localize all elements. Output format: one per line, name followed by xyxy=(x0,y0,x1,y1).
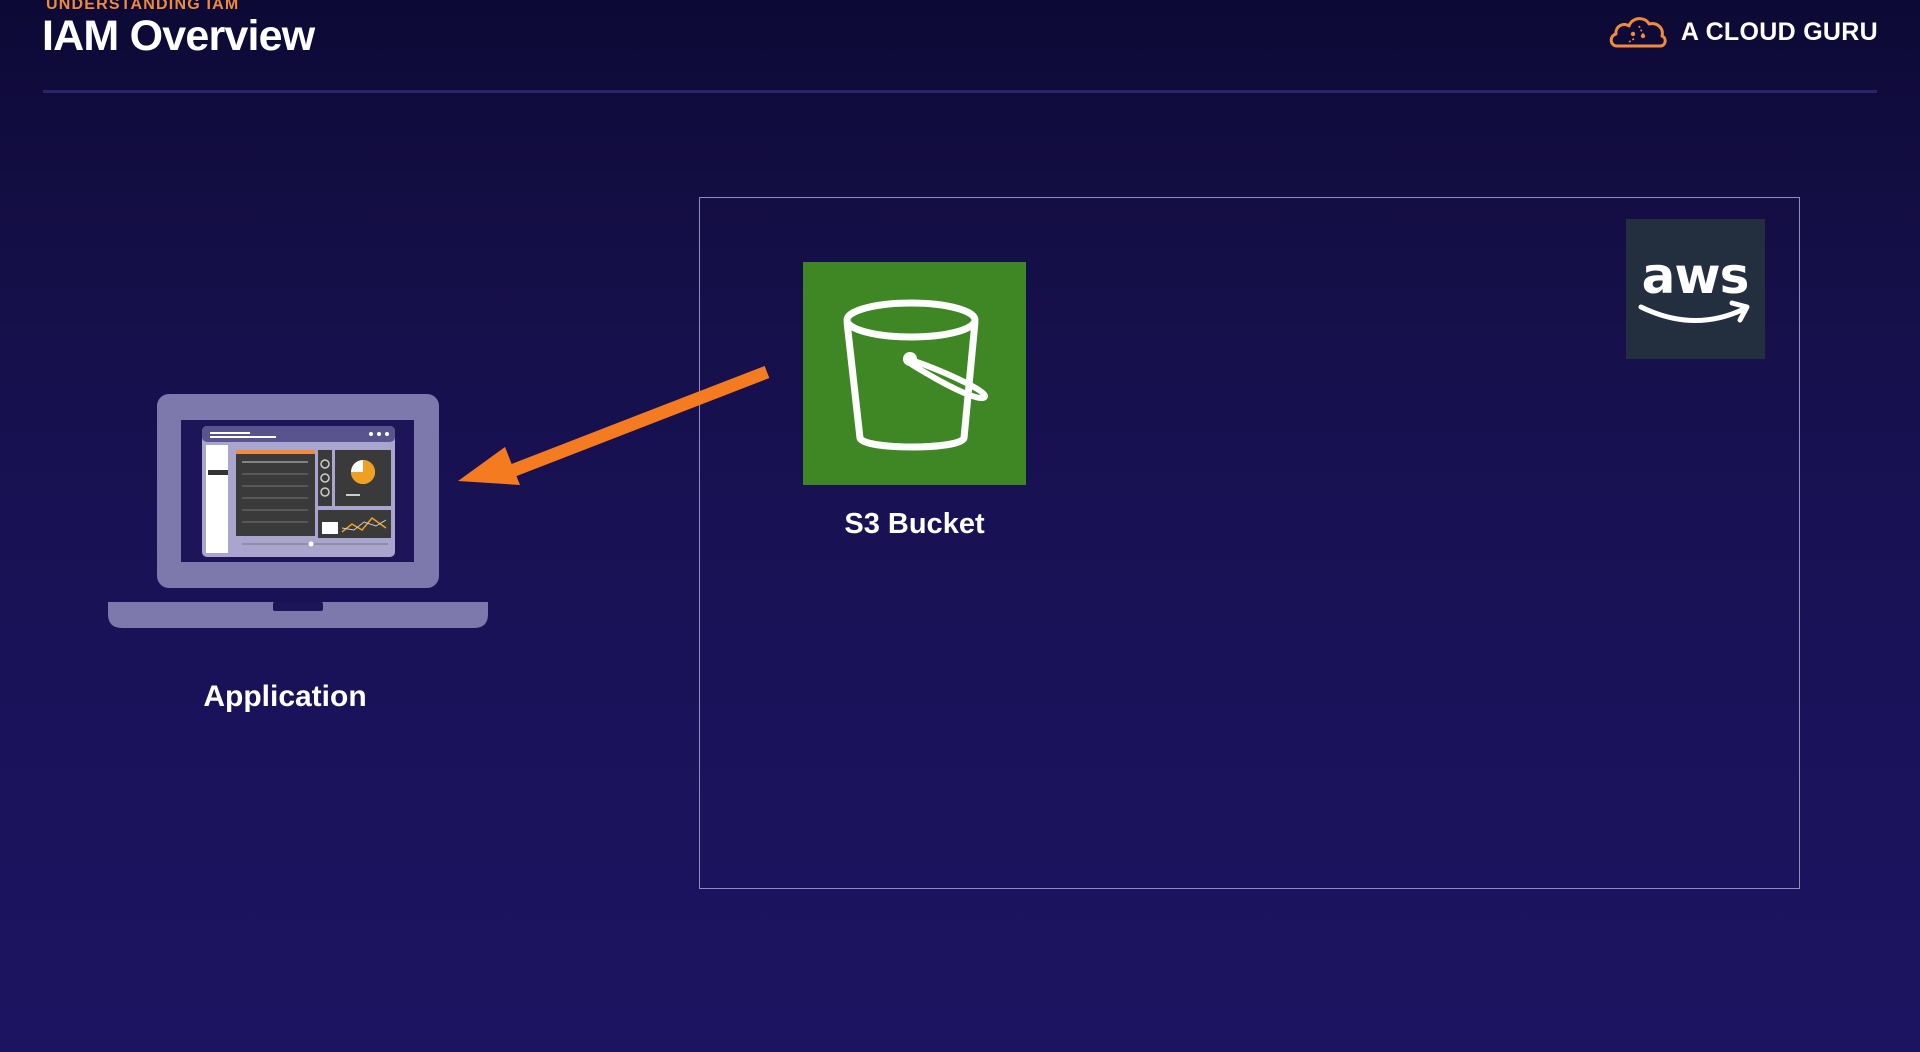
brand-logo: A CLOUD GURU xyxy=(1607,10,1878,54)
application-label: Application xyxy=(203,680,367,713)
arrow-icon xyxy=(458,365,770,485)
brand-name: A CLOUD GURU xyxy=(1680,17,1878,46)
aws-logo-icon: aws xyxy=(1626,219,1765,359)
header-divider xyxy=(43,90,1877,93)
s3-bucket-icon xyxy=(803,262,1026,485)
cloud-logo-icon xyxy=(1609,17,1667,48)
laptop-icon xyxy=(106,394,490,630)
aws-logo-text: aws xyxy=(1642,247,1749,305)
slide-title: IAM Overview xyxy=(42,12,315,60)
s3-bucket-label: S3 Bucket xyxy=(844,508,985,540)
